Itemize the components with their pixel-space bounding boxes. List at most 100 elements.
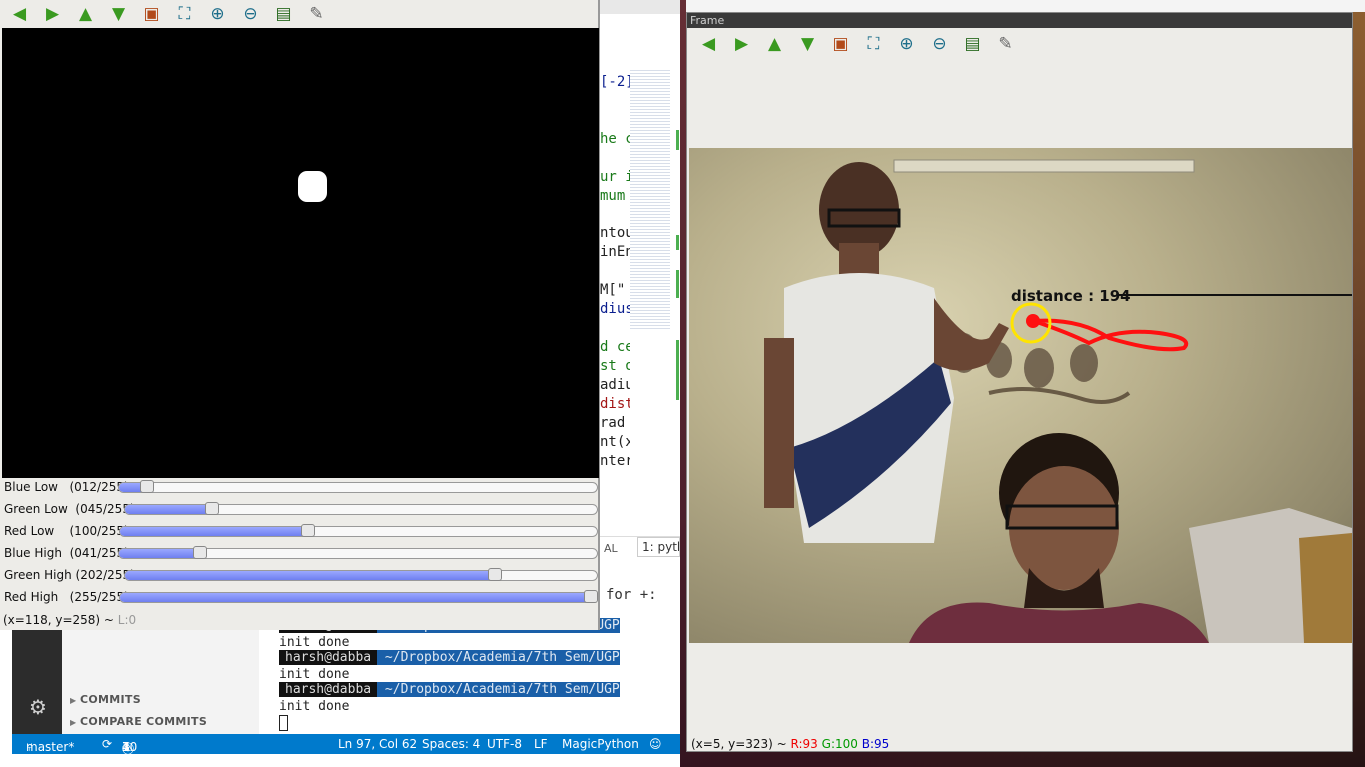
slider-label: Blue Low (012/255) — [4, 480, 129, 494]
git-change-marker — [676, 340, 679, 400]
save-icon[interactable]: ▤ — [956, 31, 989, 57]
slider-track[interactable] — [118, 482, 598, 493]
gear-icon[interactable]: ⚙ — [28, 697, 48, 717]
slider-thumb[interactable] — [205, 502, 219, 515]
pixel-blue: B:95 — [861, 737, 890, 751]
slider-track[interactable] — [119, 526, 598, 537]
code-line: ntou — [600, 225, 630, 241]
slider-fill — [125, 571, 496, 580]
zoom-region-icon[interactable]: ⛶ — [168, 1, 201, 27]
code-line: rad — [600, 415, 626, 431]
sidebar-item-compare-commits[interactable]: ▶ COMPARE COMMITS — [70, 715, 207, 728]
pan-left-icon[interactable]: ◀ — [3, 1, 36, 27]
properties-icon[interactable]: ✎ — [300, 1, 333, 27]
zoom-out-icon[interactable]: ⊖ — [923, 31, 956, 57]
zoom-in-icon[interactable]: ⊕ — [201, 1, 234, 27]
language-mode[interactable]: MagicPython — [562, 737, 639, 751]
pan-up-icon[interactable]: ▲ — [758, 31, 791, 57]
code-line: inEn — [600, 244, 630, 260]
zoom-in-icon[interactable]: ⊕ — [890, 31, 923, 57]
slider-fill — [120, 593, 592, 602]
code-line: dius — [600, 301, 630, 317]
slider-fill — [125, 505, 213, 514]
chevron-right-icon: ▶ — [70, 696, 77, 705]
editor-actions: ◫ ⋯ — [600, 44, 1236, 122]
slider-label: Red High (255/255) — [4, 590, 129, 604]
frame-window: Frame ◀ ▶ ▲ ▼ ▣ ⛶ ⊕ ⊖ ▤ ✎ distance: 194… — [686, 12, 1353, 752]
vscode-tab-strip — [600, 0, 680, 14]
terminal-output: init done — [279, 699, 350, 714]
pan-down-icon[interactable]: ▼ — [102, 1, 135, 27]
code-line: M[" — [600, 282, 626, 298]
terminal-tab[interactable]: AL — [604, 542, 618, 555]
code-line: dist — [600, 396, 630, 412]
slider-green-low: Green Low (045/255) — [0, 500, 600, 522]
zoom-region-icon[interactable]: ⛶ — [857, 31, 890, 57]
sync-icon[interactable]: ⟳ — [102, 737, 112, 751]
zoom-fit-icon[interactable]: ▣ — [135, 1, 168, 27]
cursor-position[interactable]: Ln 97, Col 62 — [338, 737, 417, 751]
window-title: Frame — [687, 13, 1352, 28]
slider-thumb[interactable] — [584, 590, 598, 603]
prompt-user: harsh@dabba — [279, 650, 378, 665]
code-line: he c — [600, 131, 630, 147]
zoom-fit-icon[interactable]: ▣ — [824, 31, 857, 57]
slider-track[interactable] — [118, 548, 598, 559]
chevron-right-icon: ▶ — [70, 718, 77, 727]
git-change-marker — [676, 270, 679, 298]
encoding[interactable]: UTF-8 — [487, 737, 522, 751]
pan-up-icon[interactable]: ▲ — [69, 1, 102, 27]
slider-thumb[interactable] — [488, 568, 502, 581]
terminal-output: init done — [279, 667, 350, 682]
code-line: d ce — [600, 339, 630, 355]
slider-fill — [119, 549, 201, 558]
slider-track[interactable] — [124, 504, 598, 515]
indentation[interactable]: Spaces: 4 — [422, 737, 480, 751]
terminal-select[interactable]: 1: pyth — [637, 537, 680, 557]
sidebar-item-commits[interactable]: ▶ COMMITS — [70, 693, 141, 706]
distance-label: distance : 194 — [1011, 287, 1131, 305]
slider-thumb[interactable] — [301, 524, 315, 537]
code-line: st o — [600, 358, 630, 374]
prompt-path: ~/Dropbox/Academia/7th Sem/UGP — [377, 682, 620, 697]
slider-thumb[interactable] — [140, 480, 154, 493]
code-line: adiu — [600, 377, 630, 393]
camera-image: distance : 194 — [764, 159, 1352, 643]
code-line: ur i — [600, 169, 630, 185]
camera-frame[interactable]: distance : 194 — [689, 148, 1352, 643]
slider-red-high: Red High (255/255) — [0, 588, 600, 610]
frame-status-bar: (x=5, y=323) ~ R:93 G:100 B:95 — [691, 737, 889, 751]
code-editor[interactable]: [-2] he c ur i mum ntou inEn M[" dius d ce st o… — [600, 70, 630, 500]
detected-blob — [298, 171, 327, 202]
pixel-red: R:93 — [790, 737, 818, 751]
slider-track[interactable] — [119, 592, 598, 603]
code-line: mum — [600, 188, 626, 204]
cursor-coords: (x=118, y=258) ~ — [3, 613, 118, 627]
slider-thumb[interactable] — [193, 546, 207, 559]
pan-right-icon[interactable]: ▶ — [725, 31, 758, 57]
feedback-icon[interactable]: ☺ — [649, 737, 662, 751]
mask-canvas[interactable] — [2, 28, 599, 478]
slider-track[interactable] — [124, 570, 598, 581]
pan-left-icon[interactable]: ◀ — [692, 31, 725, 57]
cursor-coords: (x=5, y=323) ~ — [691, 737, 791, 751]
zoom-out-icon[interactable]: ⊖ — [234, 1, 267, 27]
status-bar: ⑂ master* ⟳ ⓧ 1 ⚠ 7 ⓘ 40 Ln 97, Col 62 Sp… — [12, 734, 680, 756]
slider-label: Blue High (041/255) — [4, 546, 129, 560]
pan-right-icon[interactable]: ▶ — [36, 1, 69, 27]
pixel-level: L:0 — [117, 613, 137, 627]
line-ending[interactable]: LF — [534, 737, 548, 751]
pixel-green: G:100 — [821, 737, 858, 751]
terminal-prompt: harsh@dabba ~/Dropbox/Academia/7th Sem/U… — [279, 650, 620, 665]
slider-red-low: Red Low (100/255) — [0, 522, 600, 544]
save-icon[interactable]: ▤ — [267, 1, 300, 27]
slider-label: Red Low (100/255) — [4, 524, 129, 538]
slider-blue-low: Blue Low (012/255) — [0, 478, 600, 500]
prompt-path: ~/Dropbox/Academia/7th Sem/UGP — [377, 650, 620, 665]
git-change-marker — [676, 130, 679, 150]
minimap[interactable] — [630, 70, 670, 330]
prompt-user: harsh@dabba — [279, 682, 378, 697]
properties-icon[interactable]: ✎ — [989, 31, 1022, 57]
code-line: [-2] — [600, 74, 630, 90]
pan-down-icon[interactable]: ▼ — [791, 31, 824, 57]
